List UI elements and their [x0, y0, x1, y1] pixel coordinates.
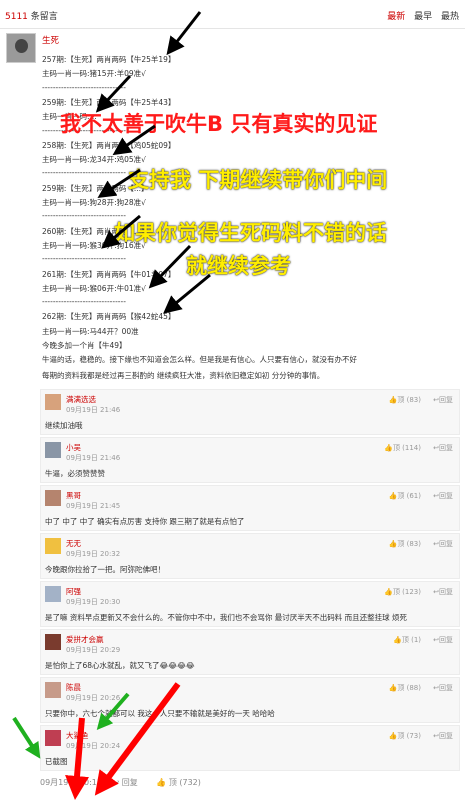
arrow-icon — [65, 717, 89, 800]
arrow-icon — [97, 168, 141, 198]
arrow-icon — [163, 273, 211, 314]
arrow-icon — [95, 74, 132, 113]
arrow-icon — [94, 682, 181, 796]
arrow-icon — [112, 124, 156, 156]
arrow-icon — [166, 11, 202, 56]
arrow-icon — [12, 716, 41, 759]
arrow-icon — [101, 214, 141, 249]
arrow-icon — [148, 244, 192, 289]
arrow-icon — [96, 692, 130, 731]
arrow-annotations — [12, 11, 211, 800]
